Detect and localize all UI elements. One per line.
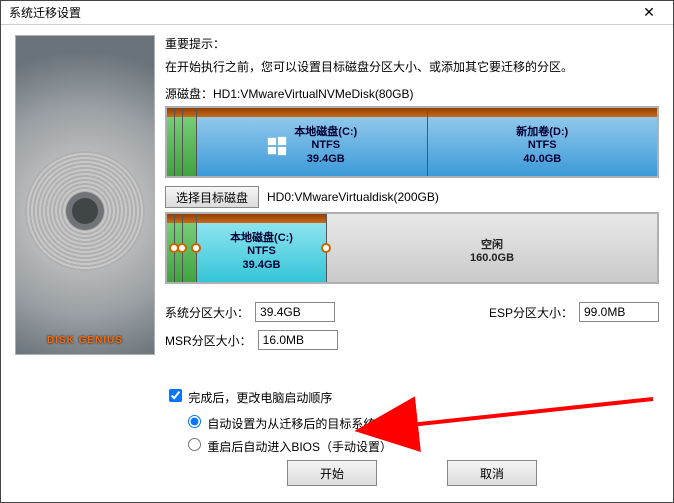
source-disk-label: 源磁盘：HD1:VMwareVirtualNVMeDisk(80GB): [165, 85, 659, 102]
titlebar: 系统迁移设置 ✕: [1, 1, 673, 25]
resize-handle-icon[interactable]: [177, 243, 187, 253]
source-stub-2: [175, 108, 183, 176]
target-partition-free[interactable]: 空闲 160.0GB: [327, 214, 657, 282]
esp-size-input[interactable]: [579, 302, 659, 322]
resize-handle-icon[interactable]: [191, 243, 201, 253]
radio-bios-boot-input[interactable]: [188, 438, 201, 451]
start-button[interactable]: 开始: [287, 460, 377, 486]
esp-size-label: ESP分区大小：: [489, 304, 573, 321]
source-partition-c[interactable]: 本地磁盘(C:) NTFS 39.4GB: [197, 108, 428, 176]
source-stub-3: [183, 108, 197, 176]
sys-size-input[interactable]: [255, 302, 335, 322]
select-target-disk-button[interactable]: 选择目标磁盘: [165, 186, 259, 208]
msr-size-input[interactable]: [258, 330, 338, 350]
window-title: 系统迁移设置: [9, 4, 81, 21]
target-stub-1[interactable]: [167, 214, 175, 282]
source-stub-1: [167, 108, 175, 176]
target-partition-c[interactable]: 本地磁盘(C:) NTFS 39.4GB: [197, 214, 327, 282]
hint-body: 在开始执行之前，您可以设置目标磁盘分区大小、或添加其它要迁移的分区。: [165, 58, 659, 75]
radio-auto-boot-input[interactable]: [188, 415, 201, 428]
close-icon: ✕: [643, 4, 655, 21]
source-disk-bar: 本地磁盘(C:) NTFS 39.4GB 新加卷(D:) NTFS 40.0GB: [165, 106, 659, 178]
target-disk-label: HD0:VMwareVirtualdisk(200GB): [267, 190, 439, 204]
windows-icon: [266, 135, 288, 157]
brand-text: DISK GENIUS: [16, 335, 154, 346]
resize-handle-icon[interactable]: [321, 243, 331, 253]
close-button[interactable]: ✕: [629, 2, 669, 24]
source-partition-d[interactable]: 新加卷(D:) NTFS 40.0GB: [428, 108, 658, 176]
dialog-window: 系统迁移设置 ✕ DISK GENIUS 重要提示： 在开始执行之前，您可以设置…: [0, 0, 674, 503]
cancel-button[interactable]: 取消: [447, 460, 537, 486]
hint-title: 重要提示：: [165, 35, 659, 52]
msr-size-label: MSR分区大小：: [165, 332, 252, 349]
sys-size-label: 系统分区大小：: [165, 304, 249, 321]
radio-bios-boot[interactable]: 重启后自动进入BIOS（手动设置）: [183, 435, 659, 455]
target-disk-bar: 本地磁盘(C:) NTFS 39.4GB 空闲 160.0GB: [165, 212, 659, 284]
main-panel: 重要提示： 在开始执行之前，您可以设置目标磁盘分区大小、或添加其它要迁移的分区。…: [165, 35, 659, 492]
change-boot-order-checkbox[interactable]: 完成后，更改电脑启动顺序: [165, 391, 332, 405]
change-boot-order-input[interactable]: [169, 389, 182, 402]
radio-auto-boot[interactable]: 自动设置为从迁移后的目标系统启动: [183, 412, 659, 432]
sidebar-image: DISK GENIUS: [15, 35, 155, 355]
target-stub-2[interactable]: [175, 214, 183, 282]
